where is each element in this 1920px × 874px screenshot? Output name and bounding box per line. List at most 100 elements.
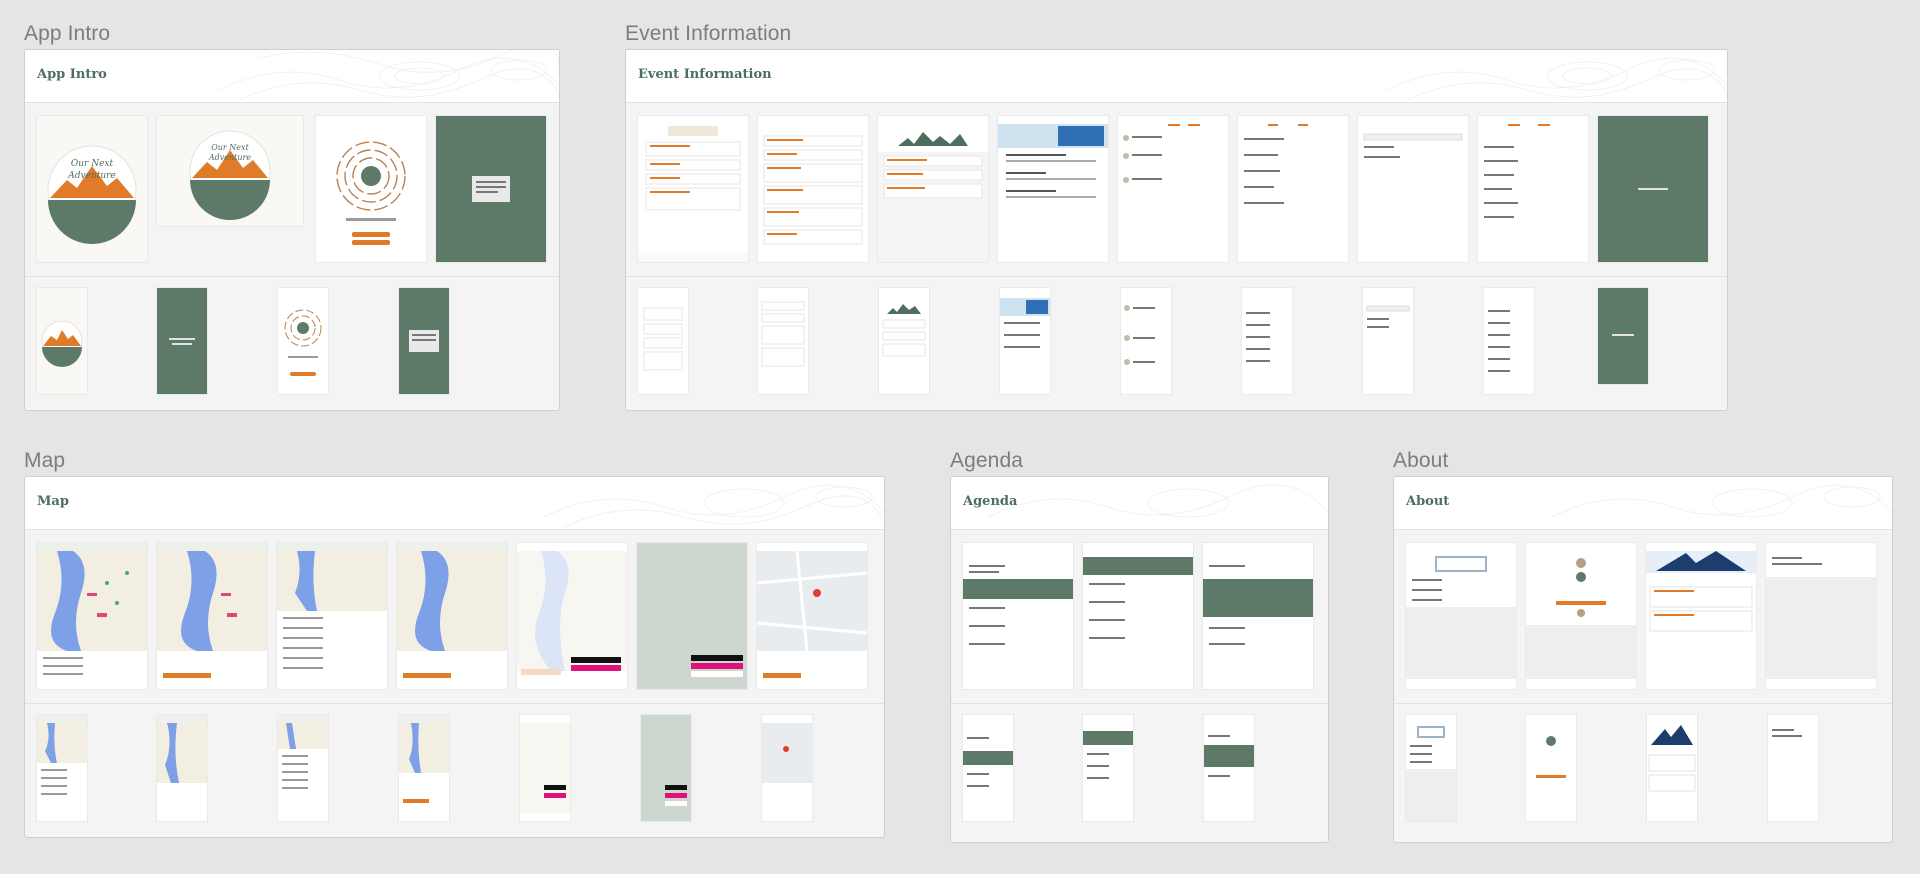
screen-map-detail-phone[interactable] — [157, 715, 207, 821]
award-badge-icon — [1526, 558, 1636, 679]
company-logo-icon — [1406, 556, 1516, 679]
map-river-icon — [399, 723, 449, 821]
award-badge-icon — [1536, 736, 1566, 778]
screen-map-list-tablet[interactable] — [37, 543, 147, 689]
section-label-app-intro: App Intro — [24, 22, 111, 45]
screen-map-place-phone[interactable] — [399, 715, 449, 821]
screen-notification-tablet[interactable] — [436, 116, 546, 262]
screen-event-search-phone[interactable] — [1363, 288, 1413, 394]
map-river-icon — [37, 551, 147, 689]
screen-event-speakers-phone[interactable] — [1121, 288, 1171, 394]
screen-agenda-day2-tablet[interactable] — [1083, 543, 1193, 689]
article-image-icon — [1646, 551, 1756, 632]
event-list-icon — [638, 126, 748, 262]
board-agenda[interactable]: Agenda — [950, 476, 1329, 843]
board-header: Event Information — [626, 50, 1727, 103]
screen-agenda-day2-phone[interactable] — [1083, 715, 1133, 821]
screen-about-menu-phone[interactable] — [1406, 715, 1456, 821]
dialog-card-icon — [409, 330, 439, 352]
screen-map-google-phone[interactable] — [762, 715, 812, 821]
board-title: App Intro — [37, 67, 107, 82]
section-label-agenda: Agenda — [950, 449, 1024, 472]
screen-about-article-phone[interactable] — [1647, 715, 1697, 821]
screen-agenda-day1-tablet[interactable] — [963, 543, 1073, 689]
screen-map-detail-tablet[interactable] — [157, 543, 267, 689]
board-title: Event Information — [638, 67, 772, 82]
venue-photo-icon — [1000, 298, 1050, 348]
session-list-icon — [1244, 124, 1308, 204]
map-river-icon — [37, 723, 87, 821]
screen-map-faded-tablet[interactable] — [517, 543, 627, 689]
screen-green-phone-1[interactable] — [157, 288, 207, 394]
adventure-logo-icon — [41, 320, 83, 367]
dialog-card-icon — [472, 176, 510, 202]
agenda-list-icon — [963, 565, 1073, 645]
screen-splash-phone[interactable] — [37, 288, 87, 394]
section-label-about: About — [1393, 449, 1449, 472]
screen-map-place-tablet[interactable] — [397, 543, 507, 689]
screen-about-links-tablet[interactable] — [1766, 543, 1876, 689]
screen-event-feedback-tablet[interactable] — [878, 116, 988, 262]
board-title: About — [1406, 494, 1450, 509]
screen-agenda-day3-tablet[interactable] — [1203, 543, 1313, 689]
screen-about-award-tablet[interactable] — [1526, 543, 1636, 689]
screen-event-faq-phone[interactable] — [758, 288, 808, 394]
screen-event-sessions-phone[interactable] — [1242, 288, 1292, 394]
welcome-rings-icon — [284, 309, 322, 376]
screen-map-overlay-phone[interactable] — [641, 715, 691, 821]
company-logo-icon — [1406, 726, 1456, 821]
screen-event-welcome-tablet[interactable] — [638, 116, 748, 262]
search-icon — [1366, 305, 1410, 328]
contour-pattern-decoration — [1387, 57, 1727, 101]
screen-event-attendees-phone[interactable] — [1484, 288, 1534, 394]
agenda-list-icon — [1083, 731, 1133, 779]
map-pin-icon — [762, 723, 812, 821]
venue-photo-icon — [998, 124, 1108, 198]
screen-about-article-tablet[interactable] — [1646, 543, 1756, 689]
row-divider — [25, 703, 884, 704]
screen-event-venue-phone[interactable] — [1000, 288, 1050, 394]
screen-event-welcome-phone[interactable] — [638, 288, 688, 394]
section-label-event-information: Event Information — [625, 22, 792, 45]
screen-about-links-phone[interactable] — [1768, 715, 1818, 821]
screen-splash-tablet-landscape[interactable]: Our Next Adventure — [157, 116, 303, 226]
contour-pattern-decoration — [544, 484, 884, 528]
screen-event-faq-tablet[interactable] — [758, 116, 868, 262]
screen-agenda-day1-phone[interactable] — [963, 715, 1013, 821]
board-map[interactable]: Map — [24, 476, 885, 838]
screen-event-attendees-tablet[interactable] — [1478, 116, 1588, 262]
screen-event-feedback-phone[interactable] — [879, 288, 929, 394]
attendee-list-icon — [1484, 124, 1550, 218]
screen-welcome-tablet[interactable] — [316, 116, 426, 262]
screen-event-speakers-tablet[interactable] — [1118, 116, 1228, 262]
screen-event-sessions-tablet[interactable] — [1238, 116, 1348, 262]
screen-agenda-day3-phone[interactable] — [1204, 715, 1254, 821]
screen-map-google-tablet[interactable] — [757, 543, 867, 689]
link-list-icon — [1766, 557, 1876, 679]
screen-event-green-phone[interactable] — [1598, 288, 1648, 384]
screen-about-award-phone[interactable] — [1526, 715, 1576, 821]
screen-about-menu-tablet[interactable] — [1406, 543, 1516, 689]
screen-event-search-tablet[interactable] — [1358, 116, 1468, 262]
faq-list-icon — [761, 301, 805, 367]
screen-map-faded-phone[interactable] — [520, 715, 570, 821]
screen-map-categories-tablet[interactable] — [277, 543, 387, 689]
screen-event-venue-tablet[interactable] — [998, 116, 1108, 262]
screen-welcome-phone[interactable] — [278, 288, 328, 394]
screen-map-overlay-tablet[interactable] — [637, 543, 747, 689]
speaker-list-icon — [1123, 124, 1200, 183]
action-sheet-icon — [691, 655, 743, 677]
screen-map-list-phone[interactable] — [37, 715, 87, 821]
contour-pattern-decoration — [1552, 484, 1892, 518]
screen-green-phone-2[interactable] — [399, 288, 449, 394]
board-event-information[interactable]: Event Information — [625, 49, 1728, 411]
board-about[interactable]: About — [1393, 476, 1893, 843]
welcome-rings-icon — [336, 141, 406, 245]
board-app-intro[interactable]: App Intro Our Next Adventure Our Next Adve… — [24, 49, 560, 411]
svg-text:Our Next: Our Next — [71, 159, 114, 169]
agenda-list-icon — [1083, 557, 1193, 639]
screen-event-green-tablet[interactable] — [1598, 116, 1708, 262]
screen-map-categories-phone[interactable] — [278, 715, 328, 821]
screen-splash-tablet-portrait[interactable]: Our Next Adventure — [37, 116, 147, 262]
attendee-list-icon — [1488, 310, 1510, 372]
